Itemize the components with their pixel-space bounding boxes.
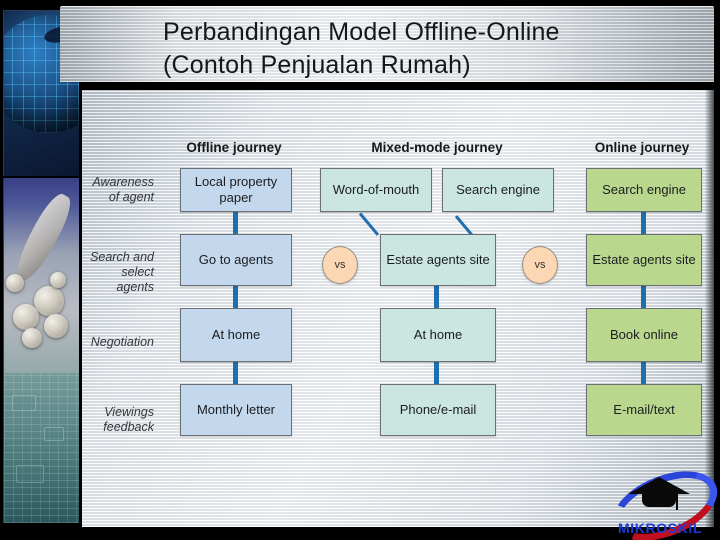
row-label-line: Search and	[90, 250, 154, 264]
connector-online-3	[641, 362, 646, 384]
coin-shape	[44, 314, 68, 338]
node-mixed-word-of-mouth[interactable]: Word-of-mouth	[320, 168, 432, 212]
chip-shape	[44, 427, 64, 441]
node-online-search-engine[interactable]: Search engine	[586, 168, 702, 212]
vs-separator-offline-mixed: vs	[322, 246, 358, 284]
coin-shape	[6, 274, 24, 292]
coin-shape	[22, 328, 42, 348]
logo-text: MIKROSKIL	[618, 520, 702, 536]
node-mixed-estate-agents-site[interactable]: Estate agents site	[380, 234, 496, 286]
spoon-shape	[8, 189, 78, 287]
connector-offline-2	[233, 286, 238, 308]
row-label-line: Negotiation	[90, 335, 154, 349]
row-label-line: of agent	[108, 190, 154, 204]
connector-online-2	[641, 286, 646, 308]
title-banner: Perbandingan Model Offline-Online (Conto…	[60, 6, 714, 82]
title-line-1: Perbandingan Model Offline-Online	[163, 18, 560, 46]
row-label-viewings-feedback: Viewings feedback	[82, 405, 154, 435]
row-label-awareness: Awareness of agent	[82, 175, 154, 205]
coins-circuit-decoration-image	[3, 178, 79, 523]
circuit-board-pattern	[4, 373, 79, 523]
node-online-email-text[interactable]: E-mail/text	[586, 384, 702, 436]
mikroskil-logo: MIKROSKIL	[602, 457, 720, 540]
row-label-line: feedback	[103, 420, 154, 434]
connector-offline-3	[233, 362, 238, 384]
diagram-panel: Offline journey Mixed-mode journey Onlin…	[82, 90, 714, 527]
row-label-line: select agents	[116, 265, 154, 294]
node-mixed-phone-email[interactable]: Phone/e-mail	[380, 384, 496, 436]
title-line-2: (Contoh Penjualan Rumah)	[163, 51, 471, 79]
connector-mixed-3	[434, 362, 439, 384]
node-online-book-online[interactable]: Book online	[586, 308, 702, 362]
graduation-cap-icon	[628, 477, 690, 494]
node-offline-go-to-agents[interactable]: Go to agents	[180, 234, 292, 286]
vs-separator-mixed-online: vs	[522, 246, 558, 284]
node-online-estate-agents-site[interactable]: Estate agents site	[586, 234, 702, 286]
connector-online-1	[641, 212, 646, 234]
row-label-search-select: Search and select agents	[82, 250, 154, 295]
graduation-cap-tassel	[676, 493, 678, 510]
column-header-offline: Offline journey	[186, 140, 282, 155]
connector-mixed-diag-left	[358, 212, 380, 236]
coin-shape	[34, 286, 64, 316]
node-offline-monthly-letter[interactable]: Monthly letter	[180, 384, 292, 436]
node-offline-at-home[interactable]: At home	[180, 308, 292, 362]
coin-shape	[50, 272, 66, 288]
coin-shape	[13, 304, 39, 330]
page-title: Perbandingan Model Offline-Online (Conto…	[163, 16, 720, 82]
chip-shape	[16, 465, 44, 483]
row-label-line: Viewings	[104, 405, 154, 419]
chip-shape	[12, 395, 36, 411]
column-header-mixed: Mixed-mode journey	[371, 140, 503, 155]
node-mixed-at-home[interactable]: At home	[380, 308, 496, 362]
column-header-online: Online journey	[594, 140, 690, 155]
row-label-negotiation: Negotiation	[82, 335, 154, 350]
slide: Perbandingan Model Offline-Online (Conto…	[0, 0, 720, 540]
connector-offline-1	[233, 212, 238, 234]
node-offline-local-property-paper[interactable]: Local property paper	[180, 168, 292, 212]
node-mixed-search-engine[interactable]: Search engine	[442, 168, 554, 212]
row-label-line: Awareness	[92, 175, 154, 189]
connector-mixed-2	[434, 286, 439, 308]
graduation-cap-base	[642, 493, 676, 507]
